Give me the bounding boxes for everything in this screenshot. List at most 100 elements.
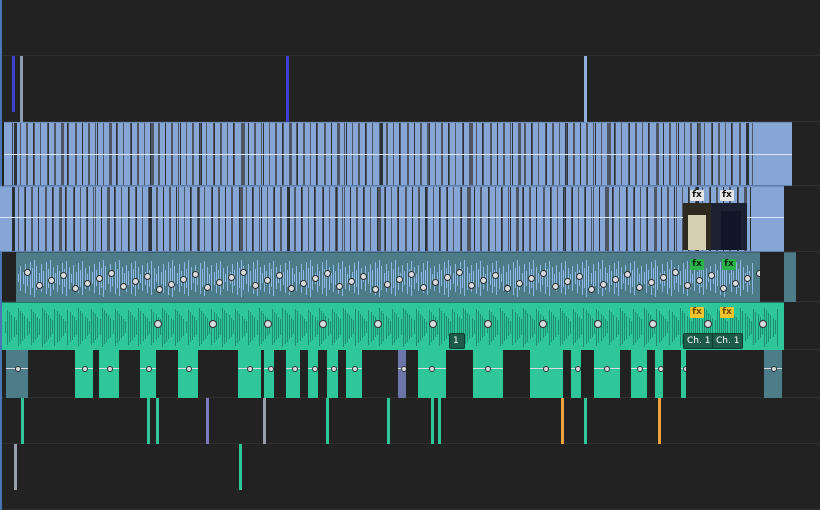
v3-clip-marker[interactable] <box>584 56 587 122</box>
a2-audio-clip[interactable] <box>2 302 784 350</box>
a3-audio-clip-segment[interactable] <box>593 350 621 398</box>
a2-waveform-bar <box>574 311 576 343</box>
a2-waveform-bar <box>54 308 56 346</box>
v2-video-clip[interactable] <box>4 122 792 186</box>
a4-clip-marker[interactable] <box>658 398 661 444</box>
a2-waveform-bar <box>58 313 60 341</box>
a4-clip-marker[interactable] <box>156 398 159 444</box>
v1-video-clip[interactable] <box>0 186 784 252</box>
a2-waveform-bar <box>409 315 411 339</box>
a3-audio-clip-segment[interactable] <box>139 350 157 398</box>
a2-waveform-bar <box>628 318 630 336</box>
a2-fx-badge-1[interactable]: fx <box>690 307 704 318</box>
a1-waveform-bar <box>501 274 502 282</box>
v3-clip-marker[interactable] <box>20 56 23 122</box>
a1-waveform-bar <box>441 270 443 286</box>
a3-audio-clip-segment[interactable] <box>307 350 319 398</box>
a4-clip-marker[interactable] <box>206 398 209 444</box>
v1-cut-line <box>564 187 565 251</box>
a3-audio-clip-segment[interactable] <box>98 350 120 398</box>
a1-waveform-bar <box>620 267 622 289</box>
a3-audio-clip-segment[interactable] <box>417 350 447 398</box>
v1-fx-badge-1[interactable]: fx <box>690 190 704 201</box>
a1-waveform-bar <box>505 272 507 284</box>
a3-audio-clip-segment[interactable] <box>326 350 339 398</box>
timeline-panel[interactable]: fx fx Ch. 1 Ch. 1 1 fx fx fx fx fx fx fx <box>0 0 820 510</box>
a1-waveform-bar <box>190 266 192 290</box>
a3-audio-clip-segment[interactable] <box>237 350 262 398</box>
a1-waveform-bar <box>597 262 599 294</box>
a3-audio-clip-segment[interactable] <box>397 350 407 398</box>
a3-audio-clip-segment[interactable] <box>529 350 564 398</box>
a3-audio-clip-segment[interactable] <box>5 350 29 398</box>
a4-clip-marker[interactable] <box>263 398 266 444</box>
a2-waveform-bar <box>673 314 675 340</box>
a3-audio-clip-segment[interactable] <box>285 350 301 398</box>
a1-fx-badge-2[interactable]: fx <box>722 259 736 270</box>
a2-waveform-bar <box>471 317 473 337</box>
a2-waveform-bar <box>149 320 151 334</box>
a2-waveform-bar <box>136 319 138 335</box>
v3-clip-marker[interactable] <box>286 56 289 122</box>
a2-waveform-bar <box>465 310 467 344</box>
v1-cut-line <box>129 187 130 251</box>
a1-waveform-bar <box>643 272 645 284</box>
a1-keyframe-dot <box>612 276 619 283</box>
v3-marker-container[interactable] <box>0 56 820 122</box>
a1-waveform-bar <box>130 262 132 294</box>
a2-waveform-bar <box>99 319 101 335</box>
a5-marker-container[interactable] <box>0 444 820 510</box>
a2-waveform-bar <box>235 308 237 346</box>
a5-clip-marker[interactable] <box>239 444 242 490</box>
v4-marker-container[interactable] <box>0 0 820 56</box>
a2-waveform-bar <box>772 317 774 337</box>
a2-waveform-bar <box>630 320 632 334</box>
a3-audio-clip-segment[interactable] <box>177 350 199 398</box>
a2-waveform-bar <box>576 314 578 340</box>
a4-clip-marker[interactable] <box>584 398 587 444</box>
a2-waveform-bar <box>13 317 15 337</box>
a3-audio-clip-segment[interactable] <box>630 350 648 398</box>
a1-audio-clip-end[interactable] <box>784 252 796 302</box>
a2-waveform-bar <box>469 315 471 339</box>
a3-audio-clip-segment[interactable] <box>680 350 687 398</box>
a4-clip-marker[interactable] <box>147 398 150 444</box>
a3-audio-clip-segment[interactable] <box>654 350 664 398</box>
a3-audio-clip-segment[interactable] <box>345 350 363 398</box>
a4-clip-marker[interactable] <box>561 398 564 444</box>
a1-waveform-bar <box>369 263 371 293</box>
v1-cut-line <box>108 187 109 251</box>
a2-waveform-bar <box>260 310 262 344</box>
a1-keyframe-dot <box>696 277 703 284</box>
a2-waveform-bar <box>581 319 583 335</box>
a4-clip-marker[interactable] <box>21 398 24 444</box>
a3-audio-clip-segment[interactable] <box>263 350 275 398</box>
a1-waveform-bar <box>211 265 213 291</box>
a2-keyframe-dot <box>264 320 272 328</box>
a4-clip-marker[interactable] <box>431 398 434 444</box>
a2-waveform-bar <box>748 318 750 336</box>
a4-clip-marker[interactable] <box>387 398 390 444</box>
v3-clip-marker[interactable] <box>12 56 15 112</box>
v1-cut-line <box>163 187 164 251</box>
a3-audio-clip-segment[interactable] <box>74 350 94 398</box>
a4-marker-container[interactable] <box>0 398 820 444</box>
a2-waveform-bar <box>746 315 748 339</box>
v1-cut-line <box>204 187 205 251</box>
a4-clip-marker[interactable] <box>326 398 329 444</box>
a1-fx-badge-1[interactable]: fx <box>690 259 704 270</box>
a1-audio-clip[interactable] <box>16 252 760 302</box>
a2-waveform-bar <box>370 312 372 342</box>
a3-audio-clip-segment[interactable] <box>570 350 582 398</box>
v1-fx-badge-2[interactable]: fx <box>720 190 734 201</box>
a3-keyframe-dot <box>186 366 192 372</box>
a3-clip-container[interactable] <box>0 350 820 398</box>
a2-fx-badge-2[interactable]: fx <box>720 307 734 318</box>
a3-audio-clip-segment[interactable] <box>472 350 504 398</box>
a5-clip-marker[interactable] <box>14 444 17 490</box>
v1-cut-line <box>115 187 116 251</box>
a1-keyframe-dot <box>204 284 211 291</box>
a1-waveform-bar <box>452 272 454 284</box>
a3-audio-clip-segment[interactable] <box>763 350 783 398</box>
a4-clip-marker[interactable] <box>438 398 441 444</box>
